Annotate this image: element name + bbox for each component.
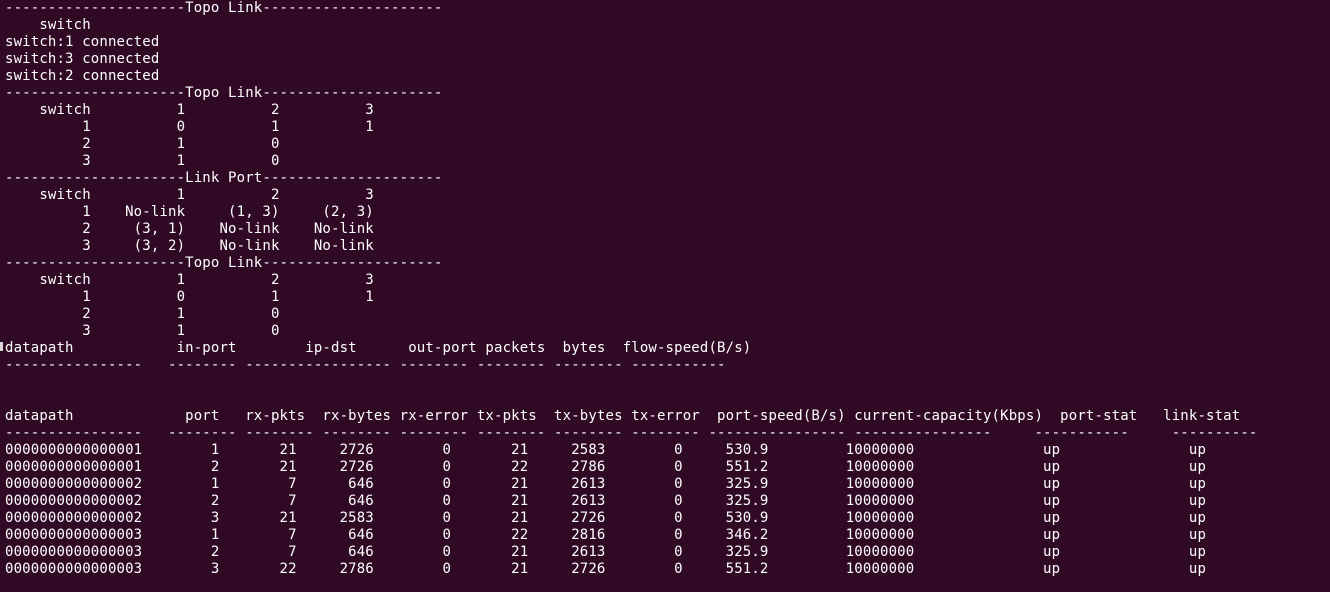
terminal-line: switch:1 connected	[5, 34, 160, 50]
terminal-line: switch 1 2 3	[5, 272, 374, 288]
terminal-line: ---------------------Topo Link----------…	[5, 85, 443, 101]
terminal-output: ---------------------Topo Link----------…	[5, 0, 1330, 578]
terminal-line: ---------------------Topo Link----------…	[5, 255, 443, 271]
terminal-line: ---------------- -------- --------------…	[5, 357, 726, 373]
terminal-line: 3 (3, 2) No-link No-link	[5, 238, 374, 254]
terminal-line: ---------------- -------- -------- -----…	[5, 425, 1258, 441]
terminal-line: switch:3 connected	[5, 51, 160, 67]
terminal-window[interactable]: ---------------------Topo Link----------…	[0, 0, 1330, 592]
terminal-line: 2 (3, 1) No-link No-link	[5, 221, 374, 237]
terminal-line: 0000000000000003 3 22 2786 0 21 2726 0 5…	[5, 561, 1207, 577]
terminal-line: 3 1 0	[5, 153, 280, 169]
terminal-line: switch	[5, 17, 91, 33]
terminal-line: ---------------------Link Port----------…	[5, 170, 443, 186]
terminal-line: switch 1 2 3	[5, 187, 374, 203]
terminal-line: 2 1 0	[5, 306, 280, 322]
terminal-line: 0000000000000002 3 21 2583 0 21 2726 0 5…	[5, 510, 1207, 526]
terminal-line: 2 1 0	[5, 136, 280, 152]
terminal-line: ---------------------Topo Link----------…	[5, 0, 443, 16]
terminal-line: 0000000000000002 2 7 646 0 21 2613 0 325…	[5, 493, 1207, 509]
terminal-line: datapath port rx-pkts rx-bytes rx-error …	[5, 408, 1241, 424]
terminal-line: 1 0 1 1	[5, 119, 374, 135]
terminal-line: 0000000000000001 2 21 2726 0 22 2786 0 5…	[5, 459, 1207, 475]
terminal-line: 0000000000000003 2 7 646 0 21 2613 0 325…	[5, 544, 1207, 560]
terminal-line: 1 No-link (1, 3) (2, 3)	[5, 204, 374, 220]
terminal-line: switch:2 connected	[5, 68, 160, 84]
scroll-marker	[0, 342, 3, 351]
terminal-line: 0000000000000003 1 7 646 0 22 2816 0 346…	[5, 527, 1207, 543]
terminal-line: datapath in-port ip-dst out-port packets…	[5, 340, 752, 356]
terminal-line: switch 1 2 3	[5, 102, 374, 118]
terminal-line: 0000000000000002 1 7 646 0 21 2613 0 325…	[5, 476, 1207, 492]
terminal-line: 0000000000000001 1 21 2726 0 21 2583 0 5…	[5, 442, 1207, 458]
terminal-line: 3 1 0	[5, 323, 280, 339]
terminal-line: 1 0 1 1	[5, 289, 374, 305]
